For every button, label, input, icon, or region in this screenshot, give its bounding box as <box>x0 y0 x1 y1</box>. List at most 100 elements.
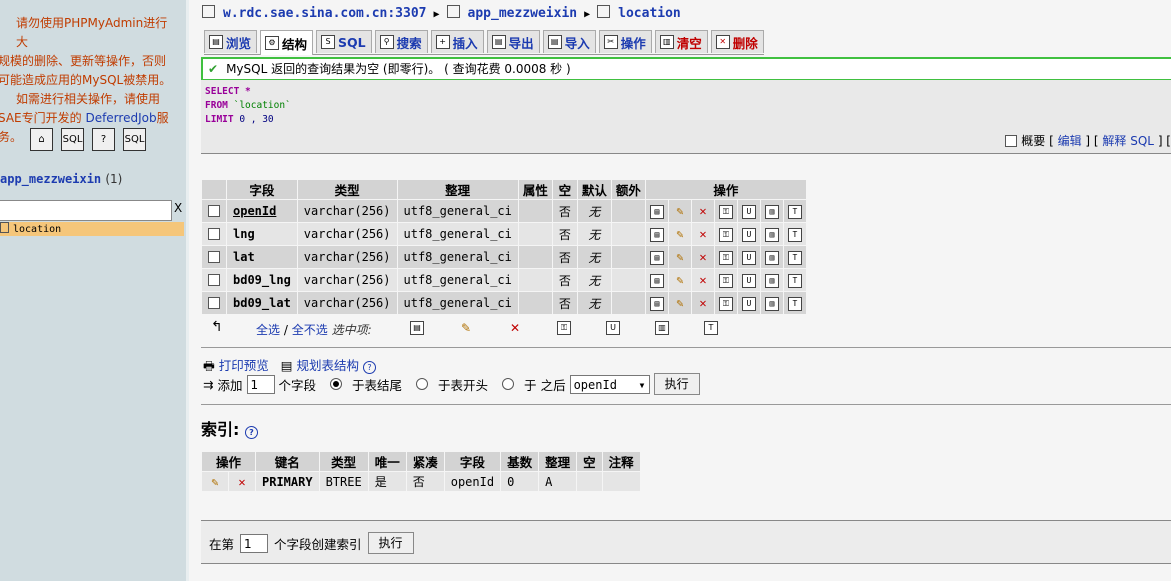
sql-icon[interactable]: SQL <box>61 128 84 151</box>
edit-icon[interactable]: ✎ <box>673 204 687 218</box>
row-checkbox[interactable] <box>208 228 220 240</box>
unique-icon[interactable]: U <box>741 297 756 311</box>
position-after-radio[interactable] <box>502 378 515 390</box>
delete-icon[interactable]: ✕ <box>696 227 710 241</box>
database-name-label[interactable]: app_mezzweixin <box>0 172 101 186</box>
breadcrumb-table[interactable]: location <box>618 6 681 21</box>
primary-key-icon[interactable]: ⚿ <box>718 274 733 288</box>
search-icon: ⚲ <box>379 35 394 49</box>
table-row: bd09_lng varchar(256) utf8_general_ci 否无 ▤ ✎ ✕… <box>202 269 806 291</box>
add-field-go-button[interactable]: 执行 <box>653 373 700 395</box>
primary-key-icon[interactable]: ⚿ <box>718 228 733 242</box>
delete-icon[interactable]: ✕ <box>508 321 522 335</box>
field-name[interactable]: bd09_lng <box>227 269 297 291</box>
delete-icon[interactable]: ✕ <box>696 250 710 264</box>
create-index-count-input[interactable]: 1 <box>240 533 269 553</box>
docs-icon[interactable]: SQL <box>123 128 146 151</box>
index-icon[interactable]: ▥ <box>764 205 779 219</box>
index-icon[interactable]: ▥ <box>764 274 779 288</box>
fulltext-icon[interactable]: T <box>787 274 802 288</box>
field-type: varchar(256) <box>297 269 397 291</box>
database-name[interactable]: app_mezzweixin (1) <box>0 172 122 186</box>
add-field-count-input[interactable]: 1 <box>246 374 275 394</box>
tab-browse[interactable]: ▤ 浏览 <box>204 30 258 53</box>
nav-table-item[interactable]: location <box>0 222 184 236</box>
query-icon[interactable]: ? <box>92 128 115 151</box>
delete-icon[interactable]: ✕ <box>696 296 710 310</box>
delete-icon[interactable]: ✕ <box>696 204 710 218</box>
unique-icon[interactable]: U <box>741 274 756 288</box>
index-icon[interactable]: ▥ <box>764 228 779 242</box>
index-icon[interactable]: ▥ <box>655 321 669 335</box>
tab-search[interactable]: ⚲ 搜索 <box>374 30 428 53</box>
index-icon[interactable]: ▥ <box>764 251 779 265</box>
index-icon[interactable]: ▥ <box>764 297 779 311</box>
field-name[interactable]: openId <box>227 200 297 222</box>
row-checkbox[interactable] <box>208 274 220 286</box>
browse-icon[interactable]: ▤ <box>649 205 664 219</box>
uncheck-all-link[interactable]: 全不选 <box>292 323 328 337</box>
field-name[interactable]: lng <box>227 223 297 245</box>
tab-insert[interactable]: + 插入 <box>430 30 484 53</box>
home-icon[interactable]: ⌂ <box>30 128 53 151</box>
field-name[interactable]: lat <box>227 246 297 268</box>
clear-filter-button[interactable]: X <box>174 201 182 215</box>
print-view-link[interactable]: 打印预览 <box>219 358 269 373</box>
edit-icon[interactable]: ✎ <box>673 273 687 287</box>
position-begin-radio[interactable] <box>416 378 429 390</box>
breadcrumb-database[interactable]: app_mezzweixin <box>468 6 578 21</box>
explain-sql-link[interactable]: 解释 SQL <box>1102 134 1154 148</box>
field-name[interactable]: bd09_lat <box>227 292 297 314</box>
unique-icon[interactable]: U <box>606 321 620 335</box>
browse-icon[interactable]: ▤ <box>410 321 424 335</box>
browse-icon[interactable]: ▤ <box>649 297 664 311</box>
after-field-select[interactable]: openId <box>569 374 650 395</box>
row-checkbox[interactable] <box>208 297 220 309</box>
tab-operations[interactable]: ✂ 操作 <box>598 30 652 53</box>
fulltext-icon[interactable]: T <box>787 228 802 242</box>
fulltext-icon[interactable]: T <box>787 205 802 219</box>
browse-icon[interactable]: ▤ <box>649 251 664 265</box>
unique-icon[interactable]: U <box>741 228 756 242</box>
tab-structure[interactable]: ⚙ 结构 <box>260 30 314 55</box>
help-icon[interactable]: ? <box>244 426 258 439</box>
action-cell: U <box>737 246 760 268</box>
deferredjob-link[interactable]: DeferredJob <box>85 111 156 125</box>
propose-structure-link[interactable]: 规划表结构 <box>297 358 360 373</box>
primary-key-icon[interactable]: ⚿ <box>718 205 733 219</box>
breadcrumb-server[interactable]: w.rdc.sae.sina.com.cn:3307 <box>223 6 427 21</box>
edit-icon[interactable]: ✎ <box>673 227 687 241</box>
primary-key-icon[interactable]: ⚿ <box>718 251 733 265</box>
table-filter-input[interactable] <box>0 200 172 221</box>
check-all-link[interactable]: 全选 <box>256 323 280 337</box>
tab-empty[interactable]: ▥ 清空 <box>654 30 708 53</box>
edit-icon[interactable]: ✎ <box>208 475 222 489</box>
unique-icon[interactable]: U <box>741 205 756 219</box>
tab-export[interactable]: ▤ 导出 <box>486 30 540 53</box>
action-cell: ⚿ <box>714 223 737 245</box>
edit-sql-link[interactable]: 编辑 <box>1058 134 1082 148</box>
browse-icon[interactable]: ▤ <box>649 228 664 242</box>
edit-icon[interactable]: ✎ <box>673 296 687 310</box>
fulltext-icon[interactable]: T <box>787 251 802 265</box>
fulltext-icon[interactable]: T <box>704 321 718 335</box>
primary-key-icon[interactable]: ⚿ <box>718 297 733 311</box>
fulltext-icon[interactable]: T <box>787 297 802 311</box>
delete-icon[interactable]: ✕ <box>235 475 249 489</box>
position-end-radio[interactable] <box>330 378 343 390</box>
row-checkbox[interactable] <box>208 205 220 217</box>
tab-drop[interactable]: ✕ 删除 <box>710 30 764 53</box>
tab-sql[interactable]: S SQL <box>316 30 372 53</box>
browse-icon[interactable]: ▤ <box>649 274 664 288</box>
edit-icon[interactable]: ✎ <box>673 250 687 264</box>
nav-table-label[interactable]: location <box>13 224 61 235</box>
create-index-go-button[interactable]: 执行 <box>367 532 414 554</box>
row-checkbox[interactable] <box>208 251 220 263</box>
profile-checkbox[interactable] <box>1005 135 1018 147</box>
row-checkbox-cell <box>202 200 226 222</box>
primary-key-icon[interactable]: ⚿ <box>557 321 571 335</box>
unique-icon[interactable]: U <box>741 251 756 265</box>
tab-import[interactable]: ▤ 导入 <box>542 30 596 53</box>
delete-icon[interactable]: ✕ <box>696 273 710 287</box>
edit-icon[interactable]: ✎ <box>459 321 473 335</box>
